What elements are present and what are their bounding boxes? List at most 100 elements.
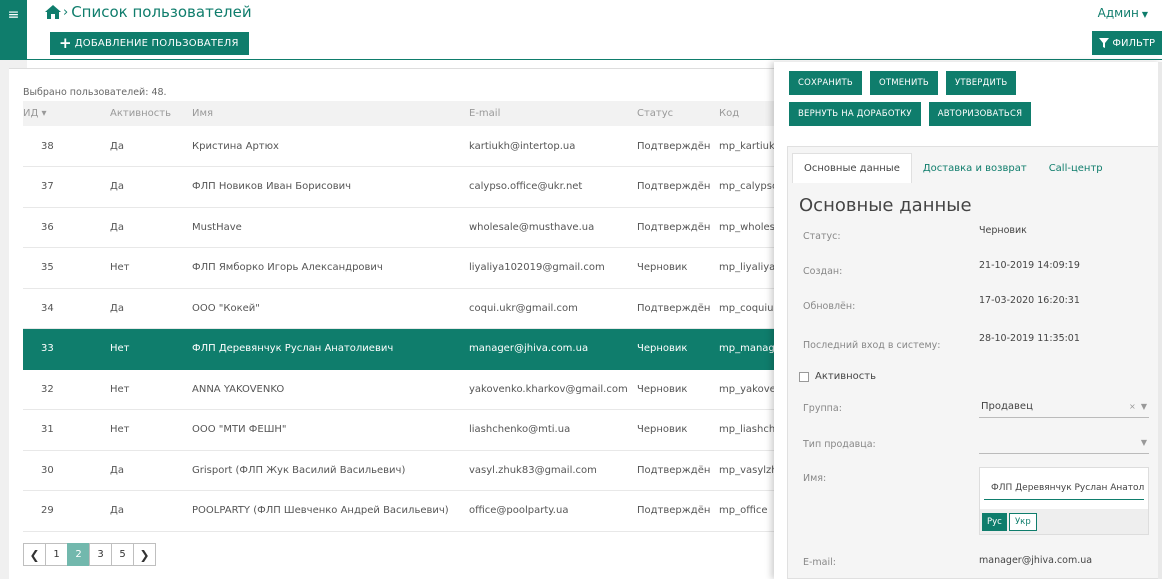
tab-main-data[interactable]: Основные данные (792, 153, 912, 183)
panel-actions: СОХРАНИТЬ ОТМЕНИТЬ УТВЕРДИТЬ ВЕРНУТЬ НА … (789, 71, 1154, 126)
seller-type-label: Тип продавца: (803, 439, 876, 450)
pagination-prev-button[interactable]: ❮ (23, 543, 46, 566)
user-menu[interactable]: Админ ▼ (1098, 6, 1148, 20)
home-icon[interactable] (45, 5, 61, 19)
table-row[interactable]: 37 Да ФЛП Новиков Иван Борисович calypso… (23, 166, 783, 208)
cell-status: Черновик (637, 328, 719, 370)
tabs-container: Основные данные Доставка и возврат Call-… (787, 146, 1162, 579)
cell-status: Черновик (637, 369, 719, 410)
updated-label: Обновлён: (803, 301, 856, 312)
tab-call-center[interactable]: Call-центр (1038, 153, 1114, 183)
pagination-page-5[interactable]: 5 (111, 543, 134, 566)
column-header-active[interactable]: Активность (110, 101, 192, 126)
last-login-value: 28-10-2019 11:35:01 (979, 333, 1080, 344)
group-select-value: Продавец (981, 401, 1033, 412)
column-header-name[interactable]: Имя (192, 101, 469, 126)
cell-name: MustHave (192, 207, 469, 248)
table-row[interactable]: 31 Нет ООО "МТИ ФЕШН" liashchenko@mti.ua… (23, 409, 783, 451)
lang-ru-button[interactable]: Рус (982, 513, 1007, 531)
page-header: › Список пользователей + ДОБАВЛЕНИЕ ПОЛЬ… (27, 0, 1162, 60)
cell-email: kartiukh@intertop.ua (469, 126, 637, 167)
users-table: ИД ▾ Активность Имя E-mail Статус Код 38… (23, 101, 783, 532)
table-row[interactable]: 29 Да POOLPARTY (ФЛП Шевченко Андрей Вас… (23, 490, 783, 532)
cell-email: wholesale@musthave.ua (469, 207, 637, 248)
cell-active: Нет (110, 328, 192, 370)
lang-uk-button[interactable]: Укр (1009, 513, 1037, 531)
column-header-id[interactable]: ИД ▾ (23, 101, 110, 126)
table-row[interactable]: 32 Нет ANNA YAKOVENKO yakovenko.kharkov@… (23, 369, 783, 410)
email-label: E-mail: (803, 557, 836, 568)
cell-status: Подтверждён (637, 207, 719, 248)
filter-button-label: ФИЛЬТР (1112, 37, 1155, 49)
updated-value: 17-03-2020 16:20:31 (979, 295, 1080, 306)
cell-id: 33 (23, 328, 110, 370)
cell-email: liashchenko@mti.ua (469, 409, 637, 451)
cancel-button[interactable]: ОТМЕНИТЬ (869, 71, 938, 95)
active-checkbox-label: Активность (815, 371, 876, 382)
cell-name: ФЛП Ямборко Игорь Александрович (192, 247, 469, 289)
cell-active: Нет (110, 247, 192, 289)
menu-icon[interactable]: ≡ (0, 0, 27, 60)
cell-name: ФЛП Новиков Иван Борисович (192, 166, 469, 208)
cell-status: Подтверждён (637, 166, 719, 208)
table-row[interactable]: 36 Да MustHave wholesale@musthave.ua Под… (23, 207, 783, 248)
page-title: Список пользователей (71, 3, 252, 21)
authorize-button[interactable]: АВТОРИЗОВАТЬСЯ (928, 102, 1032, 126)
tab-bar: Основные данные Доставка и возврат Call-… (792, 153, 1114, 183)
users-list: Выбрано пользователей: 48. ИД ▾ Активнос… (9, 68, 783, 579)
filter-button[interactable]: ФИЛЬТР (1092, 31, 1162, 55)
cell-active: Да (110, 207, 192, 248)
pagination-page-3[interactable]: 3 (89, 543, 112, 566)
table-row[interactable]: 34 Да ООО "Кокей" coqui.ukr@gmail.com По… (23, 288, 783, 329)
group-select[interactable]: Продавец × ▼ (979, 396, 1149, 418)
clear-and-chevron-down-icon[interactable]: × ▼ (1129, 402, 1147, 411)
add-user-button-label: ДОБАВЛЕНИЕ ПОЛЬЗОВАТЕЛЯ (74, 38, 239, 49)
active-checkbox-row[interactable]: Активность (799, 371, 876, 382)
cell-email: office@poolparty.ua (469, 490, 637, 532)
tab-delivery-return[interactable]: Доставка и возврат (912, 153, 1038, 183)
table-row-selected[interactable]: 33 Нет ФЛП Деревянчук Руслан Анатолиевич… (23, 328, 783, 370)
cell-name: POOLPARTY (ФЛП Шевченко Андрей Васильеви… (192, 490, 469, 532)
column-header-email[interactable]: E-mail (469, 101, 637, 126)
cell-email: yakovenko.kharkov@gmail.com (469, 369, 637, 410)
cell-status: Черновик (637, 409, 719, 451)
user-detail-panel: СОХРАНИТЬ ОТМЕНИТЬ УТВЕРДИТЬ ВЕРНУТЬ НА … (774, 62, 1162, 579)
last-login-label: Последний вход в систему: (803, 340, 941, 351)
cell-active: Да (110, 288, 192, 329)
pagination-page-1[interactable]: 1 (45, 543, 68, 566)
email-value: manager@jhiva.com.ua (979, 555, 1093, 566)
pagination-page-2[interactable]: 2 (67, 543, 90, 566)
cell-active: Да (110, 450, 192, 491)
seller-type-select[interactable]: ▼ (979, 432, 1149, 454)
cell-id: 31 (23, 409, 110, 451)
add-user-button[interactable]: + ДОБАВЛЕНИЕ ПОЛЬЗОВАТЕЛЯ (50, 32, 249, 55)
chevron-right-icon: › (63, 4, 69, 20)
cell-id: 38 (23, 126, 110, 167)
cell-email: manager@jhiva.com.ua (469, 328, 637, 370)
scrollbar[interactable] (1158, 62, 1162, 579)
section-title: Основные данные (799, 195, 972, 216)
name-input[interactable]: ФЛП Деревянчук Руслан Анатолиевич (984, 478, 1144, 500)
pagination-next-button[interactable]: ❯ (133, 543, 156, 566)
cell-status: Подтверждён (637, 490, 719, 532)
pagination: ❮ 1 2 3 5 ❯ (23, 543, 156, 566)
column-header-status[interactable]: Статус (637, 101, 719, 126)
table-row[interactable]: 35 Нет ФЛП Ямборко Игорь Александрович l… (23, 247, 783, 289)
active-checkbox[interactable] (799, 371, 809, 382)
created-value: 21-10-2019 14:09:19 (979, 260, 1080, 271)
cell-status: Подтверждён (637, 126, 719, 167)
cell-id: 30 (23, 450, 110, 491)
caret-down-icon: ▼ (1141, 10, 1148, 19)
cell-name: ООО "Кокей" (192, 288, 469, 329)
approve-button[interactable]: УТВЕРДИТЬ (945, 71, 1017, 95)
plus-icon: + (59, 34, 72, 52)
table-row[interactable]: 38 Да Кристина Артюх kartiukh@intertop.u… (23, 126, 783, 167)
cell-active: Нет (110, 409, 192, 451)
chevron-down-icon[interactable]: ▼ (1141, 438, 1147, 447)
selected-count: Выбрано пользователей: 48. (23, 87, 167, 98)
save-button[interactable]: СОХРАНИТЬ (789, 71, 862, 95)
return-for-revision-button[interactable]: ВЕРНУТЬ НА ДОРАБОТКУ (789, 102, 921, 126)
cell-id: 34 (23, 288, 110, 329)
status-label: Статус: (803, 231, 841, 242)
table-row[interactable]: 30 Да Grisport (ФЛП Жук Василий Васильев… (23, 450, 783, 491)
